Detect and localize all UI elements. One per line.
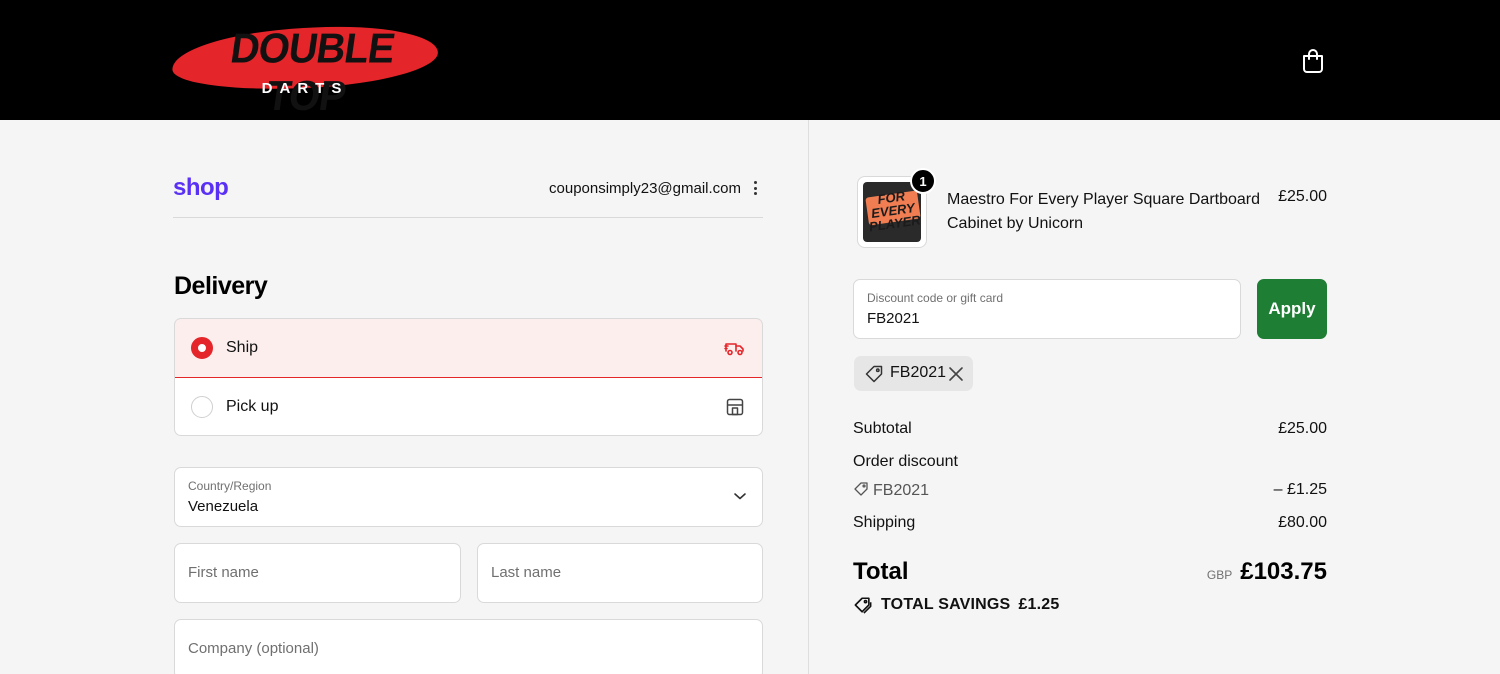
product-price: £25.00 [1278,188,1327,205]
shipping-label: Shipping [853,514,916,531]
shipping-value: £80.00 [1278,514,1327,531]
subtotal-label: Subtotal [853,420,912,437]
subtotal-row: Subtotal £25.00 [853,420,1327,438]
pickup-label: Pick up [226,398,279,415]
country-select[interactable]: Country/Region Venezuela [174,467,763,527]
cart-button[interactable] [1298,46,1328,76]
discount-code-input[interactable]: Discount code or gift card FB2021 [853,279,1241,339]
ship-radio[interactable] [191,337,213,359]
delivery-option-pickup[interactable]: Pick up [175,378,762,435]
country-label: Country/Region [188,479,272,493]
company-placeholder: Company (optional) [188,640,319,657]
delivery-option-ship[interactable]: Ship [175,319,762,378]
delivery-heading: Delivery [174,272,268,300]
chevron-down-icon [734,493,746,500]
country-value: Venezuela [188,498,259,515]
tag-icon [865,365,883,383]
shop-pay-logo: shop [173,174,229,201]
savings-label: TOTAL SAVINGS [881,596,1011,613]
delivery-method-group: Ship Pick up [174,318,763,436]
divider [173,217,763,218]
tag-icon [854,597,872,614]
account-menu-icon[interactable] [748,178,762,198]
first-name-placeholder: First name [188,564,259,581]
double-top-darts-logo[interactable]: DOUBLE TOP DARTS [170,21,440,119]
order-discount-row: Order discount [853,453,1327,471]
order-summary: FOR EVERY PLAYER 1 Maestro For Every Pla… [809,120,1500,674]
first-name-field[interactable]: First name [174,543,461,603]
pickup-radio[interactable] [191,396,213,418]
remove-discount-icon[interactable] [946,364,966,384]
quantity-badge: 1 [910,168,936,194]
store-icon [724,396,746,418]
shipping-row: Shipping £80.00 [853,514,1327,532]
site-header: DOUBLE TOP DARTS [0,0,1500,120]
savings-value: £1.25 [1018,596,1060,613]
last-name-placeholder: Last name [491,564,562,581]
applied-code: FB2021 [890,364,947,381]
discount-amount: – £1.25 [1273,481,1327,498]
apply-discount-button[interactable]: Apply [1257,279,1327,339]
subtotal-value: £25.00 [1278,420,1327,437]
applied-discount-chip: FB2021 [854,356,973,391]
total-amount: £103.75 [1240,558,1327,585]
discount-code-summary: FB2021 [873,482,930,499]
shopping-bag-icon [1303,49,1323,73]
total-savings: TOTAL SAVINGS £1.25 [853,596,1059,614]
tag-icon [854,482,868,496]
currency-code: GBP [1206,568,1233,582]
last-name-field[interactable]: Last name [477,543,763,603]
discount-code-value: FB2021 [867,310,920,327]
truck-icon [724,337,746,359]
discount-code-row: FB2021 – £1.25 [853,481,1327,500]
company-field[interactable]: Company (optional) [174,619,763,674]
checkout-form-column: shop couponsimply23@gmail.com Delivery S… [0,120,808,674]
product-image-text: FOR EVERY PLAYER [868,188,921,235]
discount-code-label: Discount code or gift card [867,291,1004,305]
account-email: couponsimply23@gmail.com [549,180,741,197]
total-label: Total [853,558,909,585]
total-row: Total GBP £103.75 [853,558,1327,586]
ship-label: Ship [226,339,259,356]
logo-main-text: DOUBLE TOP [227,25,398,120]
order-discount-label: Order discount [853,453,958,470]
product-title: Maestro For Every Player Square Dartboar… [947,191,1261,232]
logo-sub-text: DARTS [261,80,349,97]
